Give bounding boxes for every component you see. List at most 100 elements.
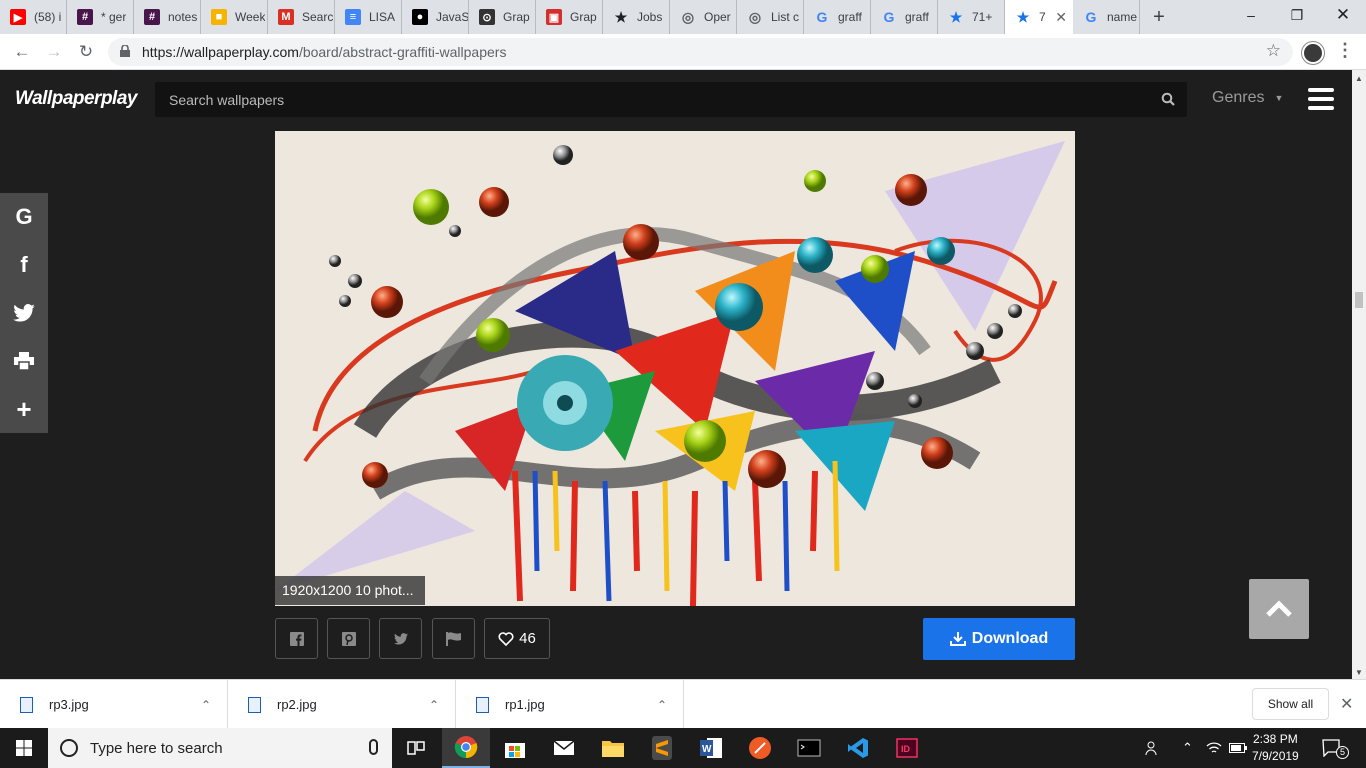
people-icon[interactable]: [1145, 728, 1161, 768]
browser-tab[interactable]: ▶ (58) i: [0, 0, 67, 34]
back-icon[interactable]: ←: [12, 42, 32, 62]
image-file-icon: [20, 696, 33, 713]
google-icon: G: [1085, 9, 1097, 25]
pinterest-icon: [341, 631, 356, 646]
task-view-icon[interactable]: [392, 728, 440, 768]
browser-tab[interactable]: # * ger: [67, 0, 134, 34]
search-box: [155, 82, 1187, 117]
mail-icon[interactable]: [540, 728, 588, 768]
browser-tab[interactable]: ★ Jobs: [603, 0, 670, 34]
browser-tab[interactable]: ◎ List c: [737, 0, 804, 34]
show-all-button[interactable]: Show all: [1252, 688, 1329, 720]
slack-icon: #: [144, 9, 160, 25]
clock-time: 2:38 PM: [1253, 732, 1298, 746]
browser-tab[interactable]: ★ 71+: [938, 0, 1005, 34]
battery-icon[interactable]: [1229, 728, 1247, 768]
globe-icon: ◎: [748, 8, 762, 25]
download-item[interactable]: rp1.jpg ⌃: [456, 680, 684, 729]
browser-tab[interactable]: ≡ LISA: [335, 0, 402, 34]
facebook-icon[interactable]: f: [0, 241, 48, 289]
reload-icon[interactable]: ↻: [76, 42, 96, 62]
genres-dropdown[interactable]: Genres ▼: [1212, 89, 1283, 107]
google-icon[interactable]: G: [0, 193, 48, 241]
sublime-text-icon[interactable]: [638, 728, 686, 768]
notifications-button[interactable]: 5: [1322, 728, 1349, 768]
close-icon[interactable]: ✕: [1340, 694, 1353, 714]
chrome-icon[interactable]: [442, 728, 490, 768]
plus-icon[interactable]: +: [0, 385, 48, 433]
scroll-down-icon[interactable]: ▼: [1355, 668, 1363, 677]
search-input[interactable]: [155, 82, 1145, 117]
tab-title: Jobs: [637, 10, 663, 24]
browser-tab[interactable]: ◎ Oper: [670, 0, 737, 34]
tab-title: 7: [1039, 10, 1046, 24]
scroll-to-top-button[interactable]: [1249, 579, 1309, 639]
pinterest-share-button[interactable]: [327, 618, 370, 659]
chevron-up-icon[interactable]: ⌃: [657, 698, 667, 712]
url-omnibox[interactable]: https://wallpaperplay.com/board/abstract…: [108, 38, 1293, 66]
star-icon: ★: [949, 8, 963, 25]
profile-avatar[interactable]: [1302, 42, 1324, 64]
browser-tab[interactable]: # notes: [134, 0, 201, 34]
site-logo[interactable]: Wallpaperplay: [15, 88, 137, 110]
restore-button[interactable]: ❐: [1274, 0, 1320, 30]
star-icon: ★: [1016, 8, 1030, 25]
forward-icon[interactable]: →: [44, 42, 64, 62]
browser-tab[interactable]: ● JavaS: [402, 0, 469, 34]
minimize-button[interactable]: –: [1228, 0, 1274, 30]
browser-tab[interactable]: Ggraff: [804, 0, 871, 34]
search-icon[interactable]: [1161, 92, 1175, 106]
wifi-icon[interactable]: [1206, 728, 1222, 768]
facebook-share-button[interactable]: [275, 618, 318, 659]
page-scrollbar[interactable]: ▲ ▼: [1352, 70, 1366, 679]
wallpaper-image[interactable]: [275, 131, 1075, 606]
print-icon[interactable]: [0, 337, 48, 385]
close-tab-icon[interactable]: ✕: [1055, 9, 1067, 26]
twitter-share-button[interactable]: [379, 618, 422, 659]
file-explorer-icon[interactable]: [589, 728, 637, 768]
store-icon[interactable]: [491, 728, 539, 768]
like-button[interactable]: 46: [484, 618, 550, 659]
chevron-up-icon[interactable]: ⌃: [201, 698, 211, 712]
scrollbar-thumb[interactable]: [1355, 292, 1363, 308]
download-icon: [949, 632, 966, 646]
twitter-icon[interactable]: [0, 289, 48, 337]
indesign-icon[interactable]: ID: [883, 728, 931, 768]
download-item[interactable]: rp2.jpg ⌃: [228, 680, 456, 729]
new-tab-button[interactable]: +: [1144, 0, 1174, 34]
microphone-icon[interactable]: [369, 739, 378, 755]
windows-start-button[interactable]: [0, 728, 48, 768]
browser-menu-icon[interactable]: ⋮: [1336, 40, 1354, 61]
word-icon[interactable]: W: [687, 728, 735, 768]
close-window-button[interactable]: ✕: [1320, 0, 1366, 30]
scroll-up-icon[interactable]: ▲: [1355, 74, 1363, 83]
tab-title: (58) i: [34, 10, 62, 24]
tab-title: Week: [235, 10, 266, 24]
browser-tab[interactable]: ▣ Grap: [536, 0, 603, 34]
taskbar-search[interactable]: Type here to search: [48, 728, 392, 768]
download-item[interactable]: rp3.jpg ⌃: [0, 680, 228, 729]
browser-tab[interactable]: ★ 7 ✕: [1005, 0, 1073, 34]
chevron-up-icon[interactable]: ⌃: [1182, 728, 1193, 768]
report-flag-button[interactable]: [432, 618, 475, 659]
browser-tab[interactable]: ⊙ Grap: [469, 0, 536, 34]
vscode-icon[interactable]: [834, 728, 882, 768]
twitter-icon: [393, 632, 408, 645]
bookmark-star-icon[interactable]: ☆: [1266, 41, 1281, 61]
github-icon: ●: [412, 9, 428, 25]
windows-logo-icon: [16, 740, 32, 756]
browser-tab[interactable]: ■ Week: [201, 0, 268, 34]
browser-tab[interactable]: Ggraff: [871, 0, 938, 34]
chevron-up-icon[interactable]: ⌃: [429, 698, 439, 712]
browser-tab[interactable]: M Searc: [268, 0, 335, 34]
download-button[interactable]: Download: [923, 618, 1075, 660]
tab-title: graff: [838, 10, 862, 24]
svg-text:ID: ID: [901, 744, 911, 754]
cortana-icon: [60, 739, 78, 757]
hamburger-menu-icon[interactable]: [1308, 88, 1334, 110]
postman-icon[interactable]: [736, 728, 784, 768]
like-count: 46: [519, 630, 536, 647]
system-clock[interactable]: 2:38 PM 7/9/2019: [1252, 731, 1299, 765]
terminal-icon[interactable]: [785, 728, 833, 768]
browser-tab[interactable]: Gname: [1073, 0, 1140, 34]
